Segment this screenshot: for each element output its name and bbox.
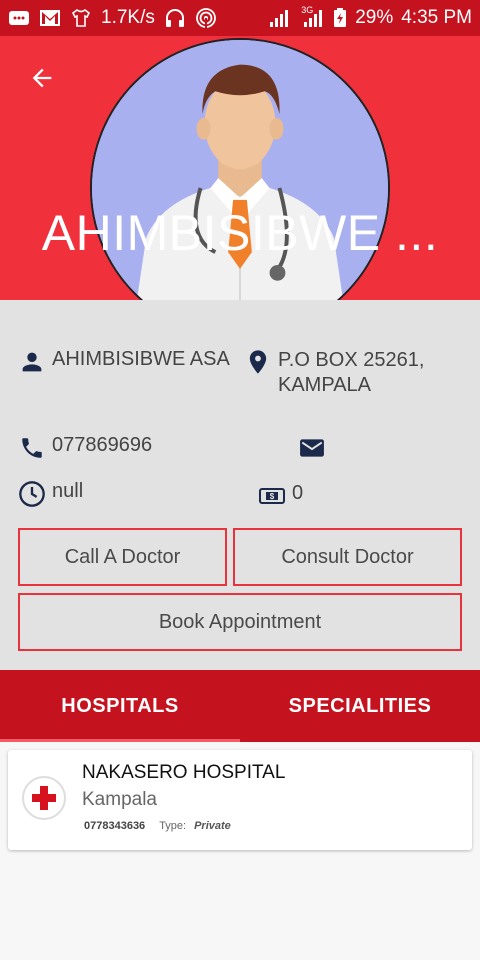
hospital-phone: 0778343636 [84, 820, 146, 832]
location-icon [244, 348, 272, 376]
headphones-icon [164, 8, 186, 28]
doctor-name: AHIMBISIBWE ASA [52, 348, 230, 370]
network-type: 3G [301, 5, 314, 15]
email-row[interactable] [298, 434, 326, 462]
phone-row: 077869696 [18, 434, 152, 462]
shirt-icon [70, 8, 92, 28]
signal-icon [269, 8, 291, 28]
mail-icon[interactable] [298, 434, 326, 462]
call-doctor-button[interactable]: Call A Doctor [18, 528, 227, 586]
network-speed: 1.7K/s [101, 7, 155, 28]
battery-icon [333, 8, 347, 28]
tab-specialities[interactable]: SPECIALITIES [240, 670, 480, 742]
clock: 4:35 PM [401, 7, 472, 28]
arrow-back-icon [32, 68, 52, 88]
hotspot-icon [195, 8, 217, 28]
clock-icon [18, 480, 46, 508]
tab-hospitals[interactable]: HOSPITALS [0, 670, 240, 742]
person-icon [18, 348, 46, 376]
back-button[interactable] [24, 60, 60, 96]
battery-level: 29% [355, 7, 394, 28]
doctor-info-panel: AHIMBISIBWE ASA P.O BOX 25261, KAMPALA 0… [0, 300, 480, 670]
hospital-city: Kampala [82, 789, 157, 810]
address-line-2: KAMPALA [278, 374, 371, 396]
doctor-name-row: AHIMBISIBWE ASA [18, 348, 230, 376]
doctor-phone: 077869696 [52, 434, 153, 456]
money-icon: $ [258, 482, 286, 510]
tab-bar: HOSPITALS SPECIALITIES [0, 670, 480, 742]
fee-row: $ 0 [258, 482, 303, 510]
phone-icon [18, 434, 46, 462]
doctor-hours: null [52, 480, 84, 502]
doctor-fee: 0 [292, 482, 304, 504]
message-icon [8, 8, 30, 28]
hours-row: null [18, 480, 83, 508]
address-row: P.O BOX 25261, KAMPALA [244, 348, 424, 398]
hospital-type: Private [194, 820, 231, 832]
hospital-list: NAKASERO HOSPITAL Kampala 0778343636 Typ… [0, 742, 480, 960]
signal-3g-icon: 3G [299, 5, 325, 28]
gmail-icon [39, 8, 61, 28]
status-bar: 1.7K/s 3G 29% 4:35 PM [0, 0, 480, 36]
book-appointment-button[interactable]: Book Appointment [18, 593, 462, 651]
consult-doctor-button[interactable]: Consult Doctor [233, 528, 462, 586]
profile-header: AHIMBISIBWE ... [0, 36, 480, 300]
svg-text:$: $ [270, 492, 275, 501]
doctor-title: AHIMBISIBWE ... [41, 205, 439, 261]
hospital-name: NAKASERO HOSPITAL [82, 762, 286, 783]
red-cross-icon [22, 776, 66, 820]
hospital-card[interactable]: NAKASERO HOSPITAL Kampala 0778343636 Typ… [8, 750, 472, 850]
hospital-meta: 0778343636 Type: Private [84, 820, 231, 832]
hospital-type-label: Type: [159, 820, 187, 832]
address-line-1: P.O BOX 25261, [278, 349, 425, 371]
